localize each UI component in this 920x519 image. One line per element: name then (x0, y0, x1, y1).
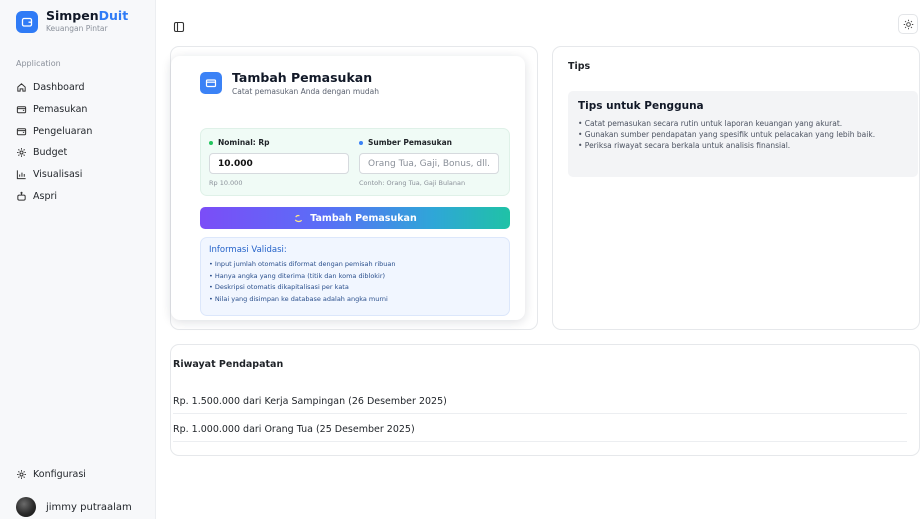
gear-icon (17, 148, 26, 158)
home-icon (17, 83, 26, 93)
validation-info: Informasi Validasi: • Input jumlah otoma… (200, 237, 510, 316)
sidebar-item-aspri[interactable]: Aspri (16, 185, 92, 207)
source-hint: Contoh: Orang Tua, Gaji Bulanan (359, 179, 466, 187)
list-item: Rp. 1.500.000 dari Kerja Sampingan (26 D… (173, 389, 907, 414)
sun-icon (903, 19, 913, 29)
sidebar-item-dashboard[interactable]: Dashboard (16, 77, 92, 99)
sidebar-item-label: Pengeluaran (33, 125, 93, 137)
form-subtitle: Catat pemasukan Anda dengan mudah (232, 87, 379, 96)
income-history-card: Riwayat Pendapatan Rp. 1.500.000 dari Ke… (170, 344, 920, 456)
sidebar-item-label: Aspri (33, 190, 58, 202)
sidebar: SimpenDuit Keuangan Pintar Application D… (0, 0, 156, 519)
wallet-icon (16, 106, 27, 114)
tips-line: • Gunakan sumber pendapatan yang spesifi… (578, 130, 876, 139)
tips-line: • Catat pemasukan secara rutin untuk lap… (578, 119, 843, 128)
brand-tagline: Keuangan Pintar (46, 24, 108, 33)
bot-icon (17, 191, 26, 201)
brand-text: SimpenDuit Keuangan Pintar (46, 9, 128, 34)
source-label: Sumber Pemasukan (359, 138, 499, 147)
income-form-card: Tambah Pemasukan Catat pemasukan Anda de… (170, 46, 538, 330)
sidebar-item-pemasukan[interactable]: Pemasukan (16, 99, 92, 121)
brand-name: SimpenDuit (46, 8, 129, 23)
sidebar-item-label: Dashboard (33, 82, 85, 94)
nominal-label: Nominal: Rp (209, 138, 349, 147)
gear-icon (17, 470, 26, 479)
tips-header: Tips (568, 61, 591, 72)
theme-toggle-button[interactable] (898, 14, 918, 34)
avatar (16, 497, 36, 517)
coins-icon (295, 214, 303, 222)
form-title: Tambah Pemasukan (232, 70, 373, 85)
wallet-icon (16, 127, 27, 135)
sidebar-item-label: Budget (33, 147, 68, 159)
list-item: Rp. 1.000.000 dari Orang Tua (25 Desembe… (173, 417, 907, 442)
input-panel: Nominal: Rp Rp 10.000 Sumber Pemasukan C… (200, 128, 510, 196)
dot-icon (359, 140, 363, 145)
sidebar-toggle-button[interactable] (173, 18, 185, 33)
tips-line: • Periksa riwayat secara berkala untuk a… (578, 141, 791, 150)
sidebar-item-visualisasi[interactable]: Visualisasi (16, 164, 92, 186)
history-title: Riwayat Pendapatan (173, 359, 284, 370)
sidebar-item-label: Visualisasi (33, 169, 83, 181)
sidebar-item-pengeluaran[interactable]: Pengeluaran (16, 120, 92, 142)
tips-card: Tips Tips untuk Pengguna • Catat pemasuk… (552, 46, 920, 330)
sidebar-nav: Dashboard Pemasukan Pengeluaran Budget V… (16, 77, 92, 207)
validation-info-line: • Deskripsi otomatis dikapitalisasi per … (209, 283, 349, 291)
sidebar-toggle-icon (173, 21, 185, 33)
nominal-input[interactable] (209, 153, 349, 174)
tips-title: Tips untuk Pengguna (578, 100, 704, 112)
validation-info-line: • Input jumlah otomatis diformat dengan … (209, 260, 396, 268)
source-input[interactable] (359, 153, 499, 174)
sidebar-item-budget[interactable]: Budget (16, 142, 92, 164)
sidebar-group-label: Application (16, 59, 61, 68)
income-form-panel: Tambah Pemasukan Catat pemasukan Anda de… (171, 56, 525, 320)
nominal-hint: Rp 10.000 (209, 179, 243, 187)
validation-info-line: • Hanya angka yang diterima (titik dan k… (209, 271, 386, 280)
validation-info-line: • Nilai yang disimpan ke database adalah… (209, 294, 388, 303)
source-field: Sumber Pemasukan Contoh: Orang Tua, Gaji… (359, 138, 499, 187)
sidebar-item-label: Pemasukan (33, 104, 88, 116)
user-profile[interactable]: jimmy putraalam (16, 497, 132, 517)
validation-info-title: Informasi Validasi: (209, 245, 287, 255)
wallet-logo-icon (16, 10, 38, 33)
card-icon (200, 72, 222, 94)
sidebar-item-konfigurasi[interactable]: Konfigurasi (16, 469, 86, 480)
bar-chart-icon (16, 170, 26, 180)
tips-box: Tips untuk Pengguna • Catat pemasukan se… (568, 91, 918, 177)
add-income-button[interactable]: Tambah Pemasukan (200, 207, 510, 229)
brand[interactable]: SimpenDuit Keuangan Pintar (16, 9, 128, 34)
form-header: Tambah Pemasukan Catat pemasukan Anda de… (200, 70, 379, 96)
nominal-field: Nominal: Rp Rp 10.000 (209, 138, 349, 187)
sidebar-item-label: Konfigurasi (33, 469, 86, 480)
user-name: jimmy putraalam (46, 501, 132, 513)
dot-icon (209, 140, 213, 145)
